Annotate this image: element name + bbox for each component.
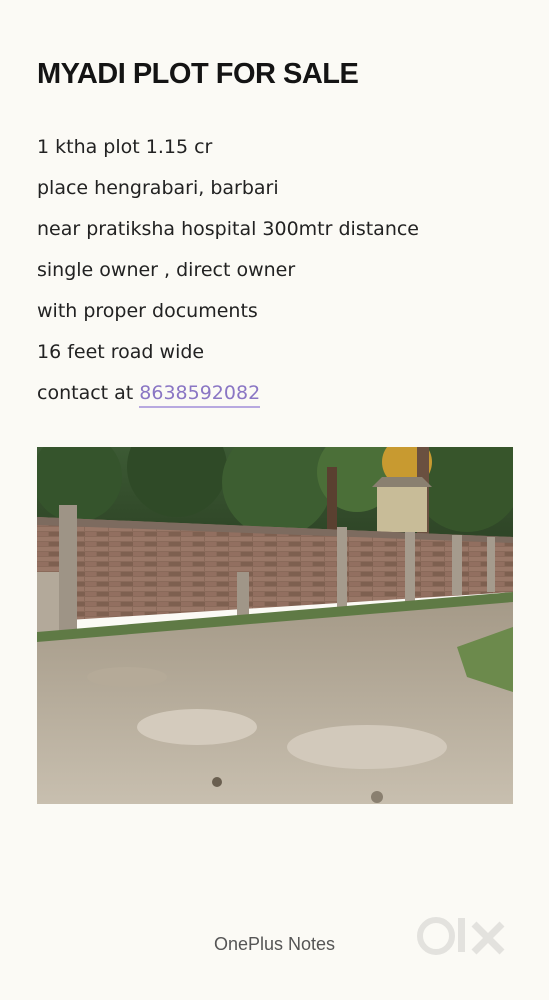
phone-link[interactable]: 8638592082 [139,382,261,408]
note-line-owner: single owner , direct owner [37,259,296,281]
note-line-place: place hengrabari, barbari [37,177,279,199]
note-line-documents: with proper documents [37,300,258,322]
contact-label: contact at [37,382,140,404]
note-line-nearby: near pratiksha hospital 300mtr distance [37,218,419,240]
contact-line: contact at 8638592082 [37,382,261,408]
note-line-road: 16 feet road wide [37,341,205,363]
plot-photo[interactable] [37,447,513,804]
note-line-price: 1 ktha plot 1.15 cr [37,136,213,158]
note-title: MYADI PLOT FOR SALE [37,58,359,90]
olx-watermark [416,912,516,964]
